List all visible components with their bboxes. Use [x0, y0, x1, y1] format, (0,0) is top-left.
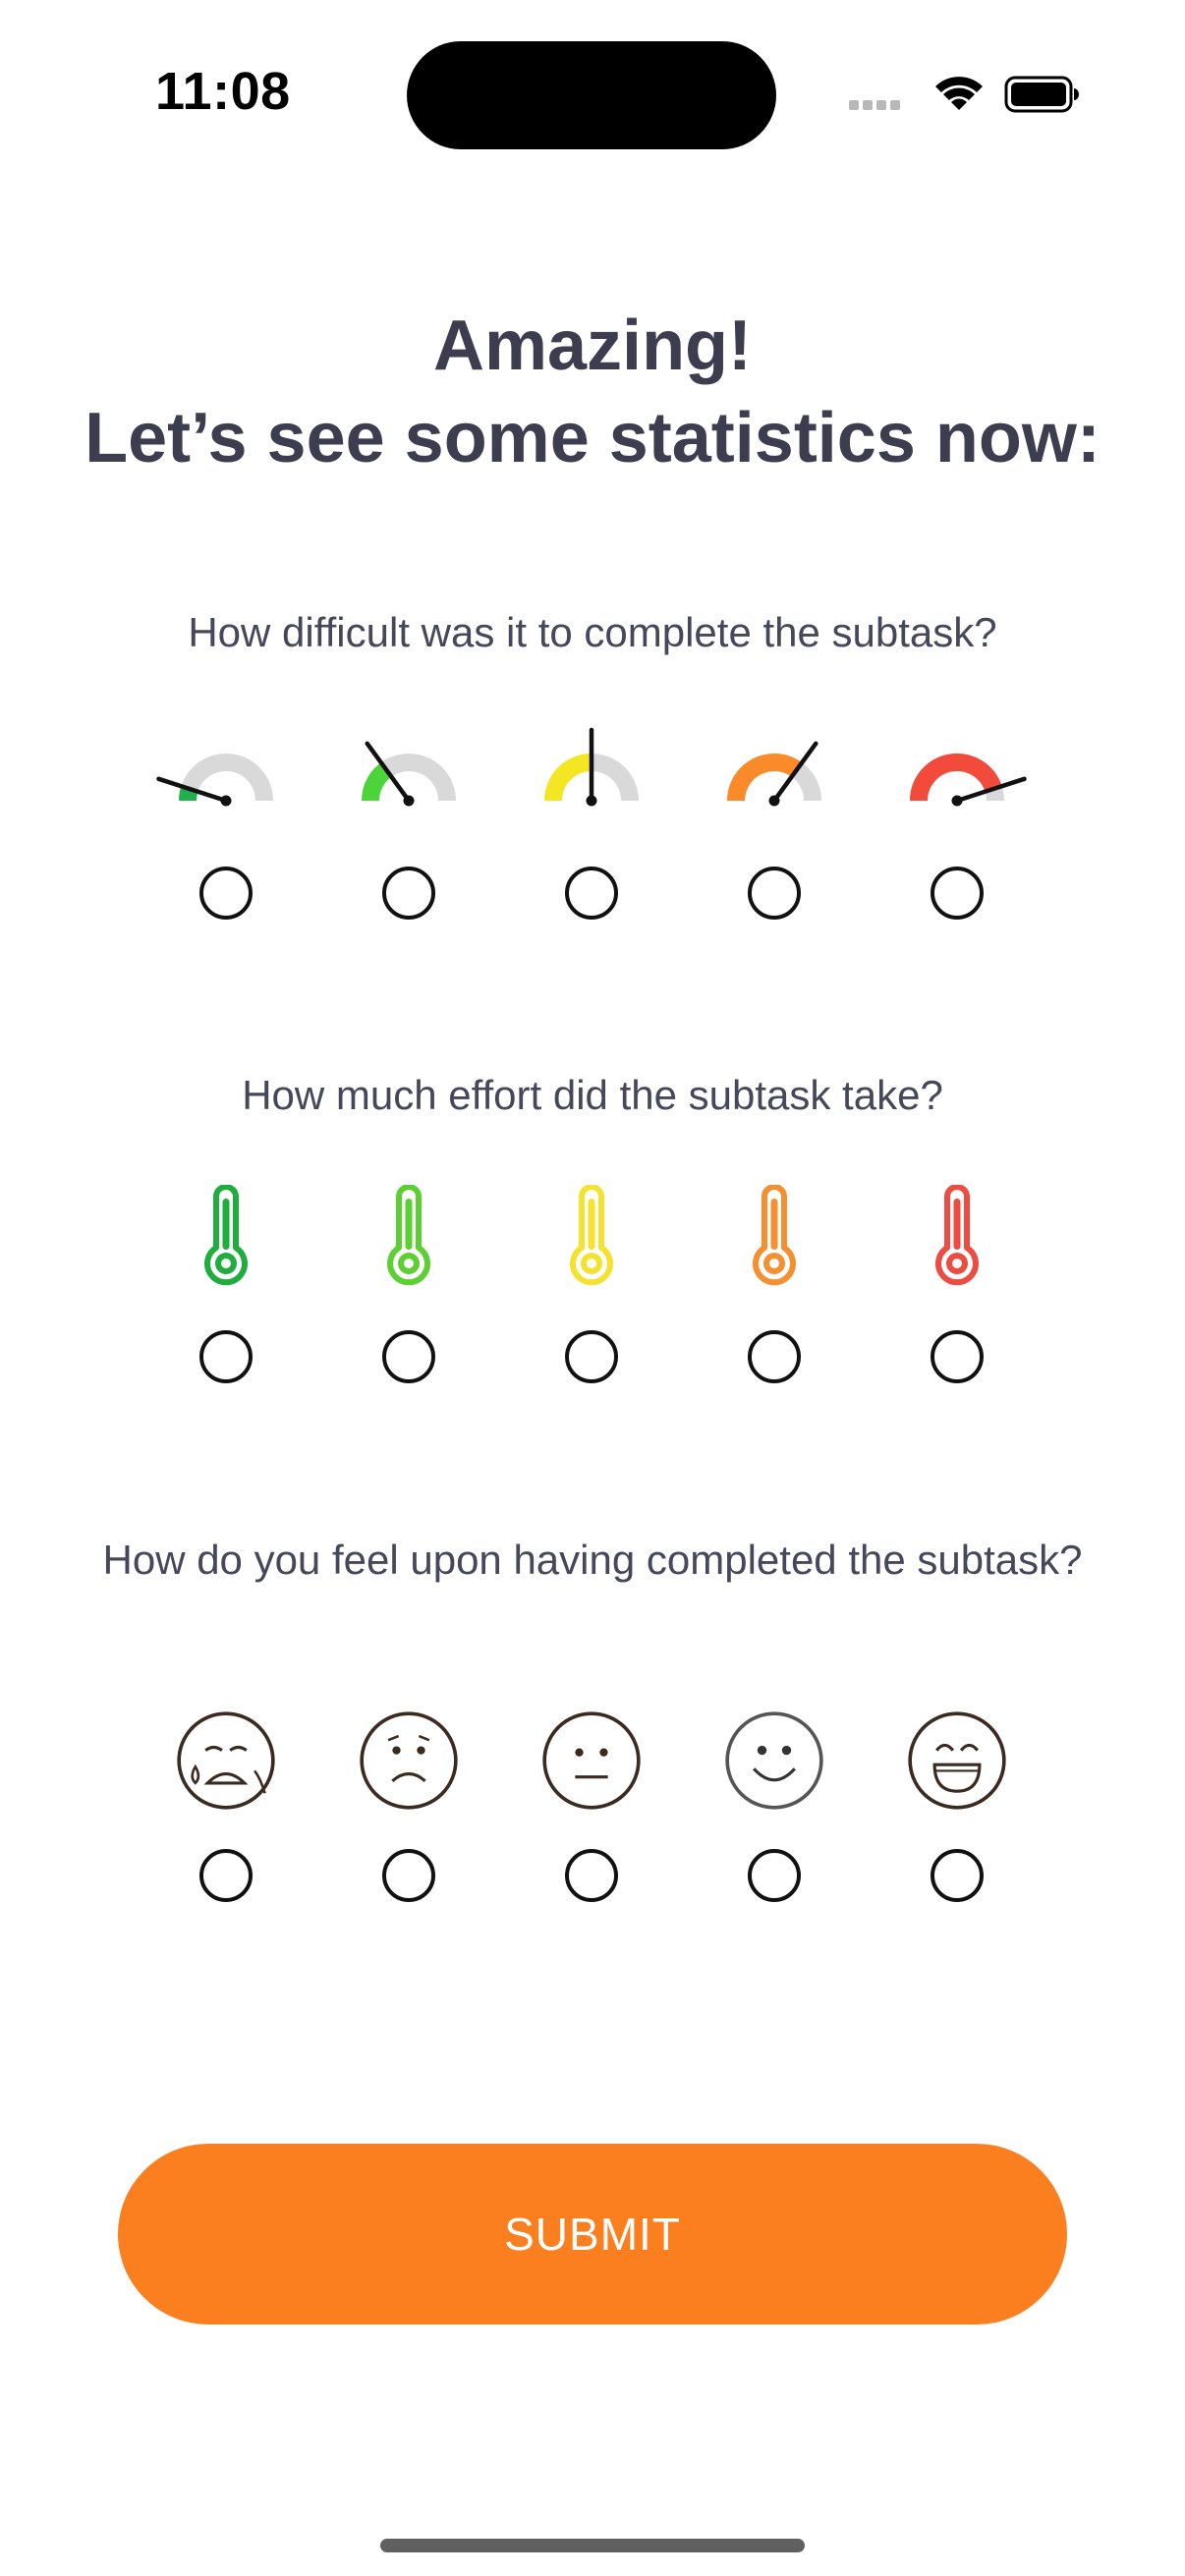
difficulty-icons: [0, 722, 1185, 840]
radio-option-4[interactable]: [748, 1330, 801, 1383]
gauge-hard-icon: [701, 722, 848, 835]
gauge-very-easy-icon: [152, 722, 300, 835]
thermometer-medium-icon: [557, 1184, 626, 1298]
radio-option-3[interactable]: [565, 1330, 618, 1383]
feeling-question: How do you feel upon having completed th…: [102, 1537, 1083, 1583]
effort-question: How much effort did the subtask take?: [242, 1072, 943, 1118]
effort-options: [0, 1330, 1185, 1448]
signal-icon: [849, 100, 900, 110]
thermometer-very-high-icon: [923, 1184, 991, 1298]
radio-option-1[interactable]: [199, 1849, 253, 1902]
feeling-options: [0, 1849, 1185, 1967]
laughing-face-icon: [906, 1709, 1008, 1817]
radio-option-3[interactable]: [565, 1849, 618, 1902]
radio-option-5[interactable]: [931, 867, 984, 920]
title-line-2: Let’s see some statistics now:: [85, 399, 1100, 477]
sad-face-icon: [358, 1709, 460, 1817]
gauge-easy-icon: [335, 722, 482, 835]
dynamic-island: [407, 41, 776, 149]
radio-option-4[interactable]: [748, 867, 801, 920]
neutral-face-icon: [540, 1709, 643, 1817]
thermometer-very-low-icon: [192, 1184, 260, 1298]
crying-face-icon: [175, 1709, 277, 1817]
title-line-1: Amazing!: [433, 307, 752, 385]
difficulty-options: [0, 867, 1185, 984]
submit-button[interactable]: SUBMIT: [118, 2144, 1067, 2324]
radio-option-2[interactable]: [382, 1330, 435, 1383]
thermometer-low-icon: [374, 1184, 443, 1298]
radio-option-5[interactable]: [931, 1849, 984, 1902]
gauge-very-hard-icon: [883, 722, 1031, 835]
radio-option-3[interactable]: [565, 867, 618, 920]
radio-option-1[interactable]: [199, 1330, 253, 1383]
difficulty-question: How difficult was it to complete the sub…: [188, 609, 997, 655]
home-indicator[interactable]: [380, 2539, 805, 2552]
feeling-icons: [0, 1709, 1185, 1827]
submit-label: SUBMIT: [504, 2209, 681, 2260]
status-bar: 11:08: [0, 0, 1185, 196]
wifi-icon: [935, 77, 983, 110]
radio-option-2[interactable]: [382, 867, 435, 920]
status-time: 11:08: [155, 62, 291, 121]
battery-icon: [1004, 76, 1079, 113]
radio-option-1[interactable]: [199, 867, 253, 920]
status-icons: [845, 71, 1081, 118]
smiling-face-icon: [723, 1709, 825, 1817]
effort-icons: [0, 1184, 1185, 1303]
gauge-medium-icon: [518, 722, 665, 835]
radio-option-2[interactable]: [382, 1849, 435, 1902]
thermometer-high-icon: [740, 1184, 809, 1298]
radio-option-5[interactable]: [931, 1330, 984, 1383]
page-title: Amazing! Let’s see some statistics now:: [0, 300, 1185, 484]
radio-option-4[interactable]: [748, 1849, 801, 1902]
